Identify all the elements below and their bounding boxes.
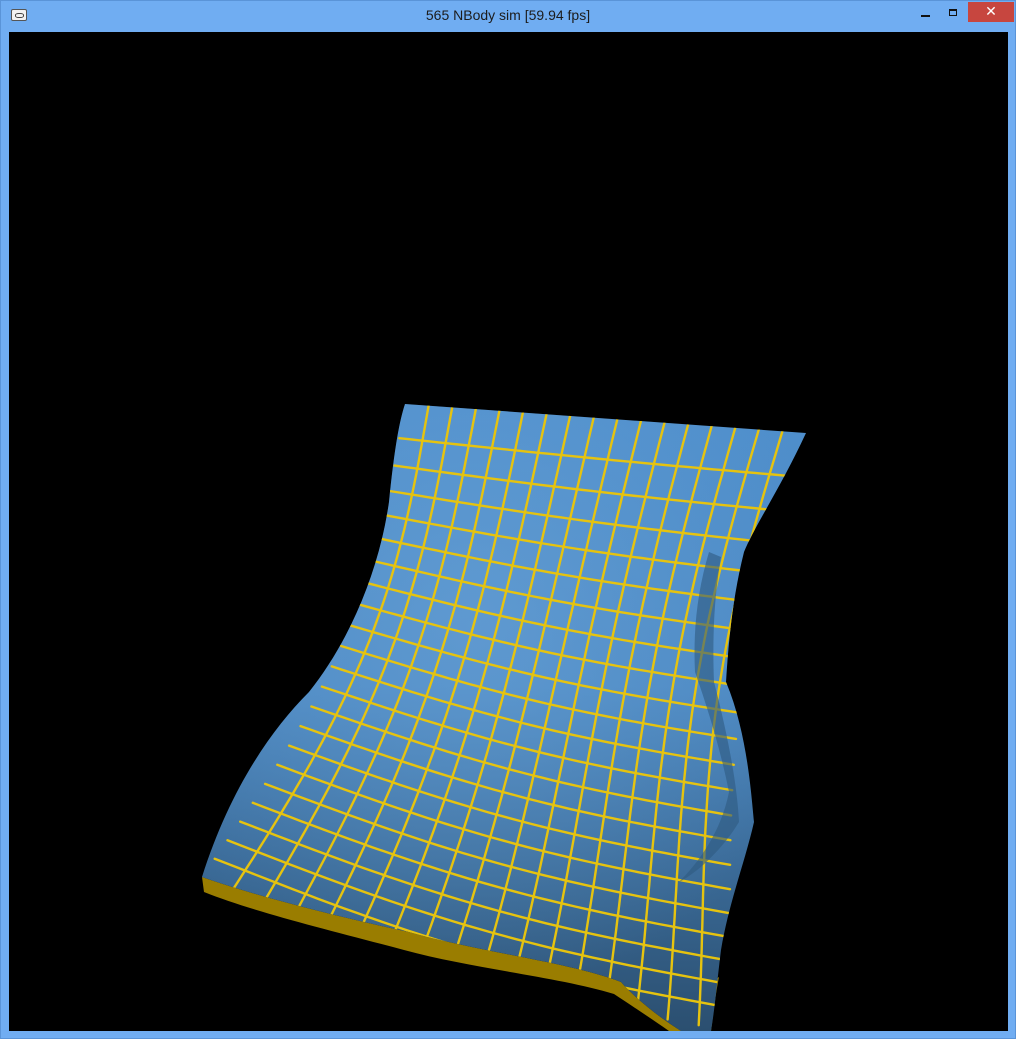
cloth-simulation-canvas (202, 404, 806, 1031)
close-icon: ✕ (985, 4, 997, 20)
minimize-button[interactable] (912, 2, 938, 22)
title-bar[interactable]: 565 NBody sim [59.94 fps] ✕ (1, 1, 1015, 31)
cloth-mesh (202, 404, 806, 1031)
maximize-icon (949, 8, 957, 16)
maximize-button[interactable] (940, 2, 966, 22)
close-button[interactable]: ✕ (968, 2, 1014, 22)
window-title: 565 NBody sim [59.94 fps] (425, 7, 591, 23)
application-window: 565 NBody sim [59.94 fps] ✕ (0, 0, 1016, 1039)
minimize-icon (920, 15, 930, 17)
render-viewport[interactable] (9, 32, 1008, 1031)
